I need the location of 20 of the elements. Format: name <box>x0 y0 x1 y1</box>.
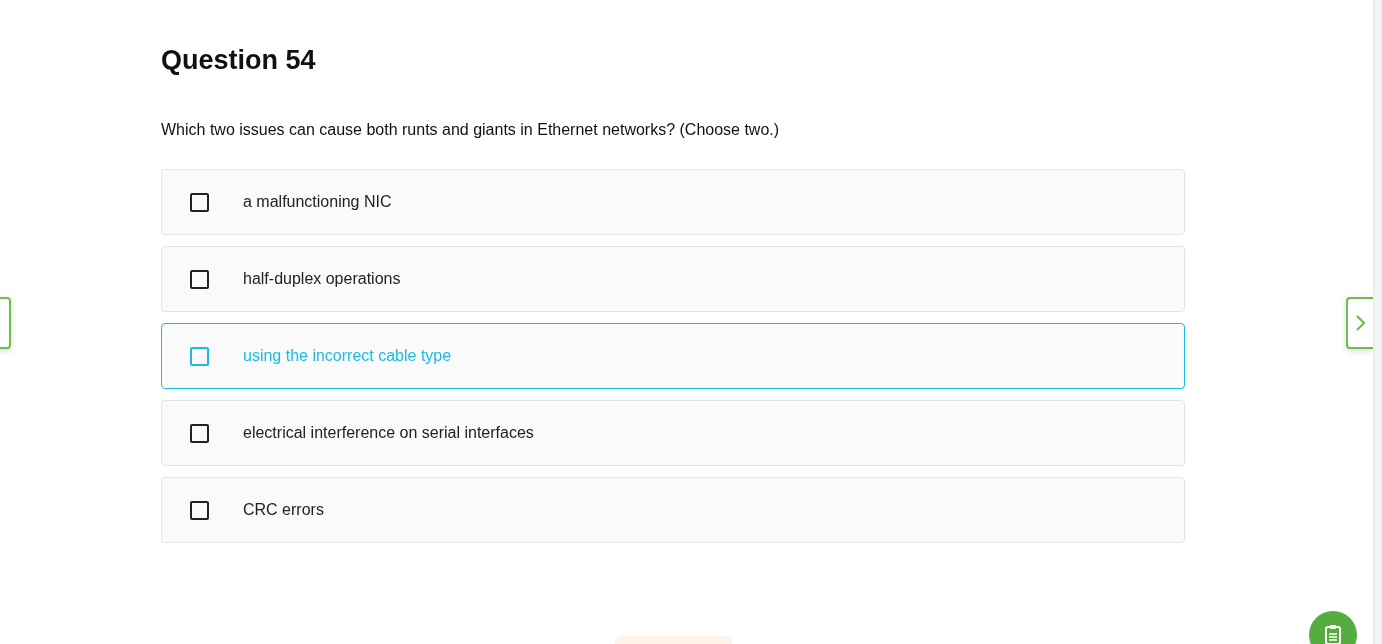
answer-option[interactable]: electrical interference on serial interfaces <box>161 400 1185 466</box>
checkbox[interactable] <box>190 500 209 520</box>
chevron-right-icon <box>1353 313 1368 333</box>
clipboard-icon <box>1323 623 1343 644</box>
next-button[interactable] <box>1346 297 1373 349</box>
scrollbar[interactable] <box>1373 0 1382 644</box>
checkbox[interactable] <box>190 346 209 366</box>
option-label: CRC errors <box>243 501 324 519</box>
answer-option[interactable]: a malfunctioning NIC <box>161 169 1185 235</box>
answer-option[interactable]: half-duplex operations <box>161 246 1185 312</box>
option-label: using the incorrect cable type <box>243 347 452 365</box>
checkbox[interactable] <box>190 423 209 443</box>
answer-option[interactable]: CRC errors <box>161 477 1185 543</box>
option-label: electrical interference on serial interfaces <box>243 424 534 442</box>
option-label: half-duplex operations <box>243 270 401 288</box>
question-title: Question 54 <box>161 44 317 77</box>
question-text: Which two issues can cause both runts and giants in Ethernet networks? (Choose two.) <box>161 120 781 140</box>
option-label: a malfunctioning NIC <box>243 193 392 211</box>
checkbox[interactable] <box>190 192 209 212</box>
checkbox[interactable] <box>190 269 209 289</box>
